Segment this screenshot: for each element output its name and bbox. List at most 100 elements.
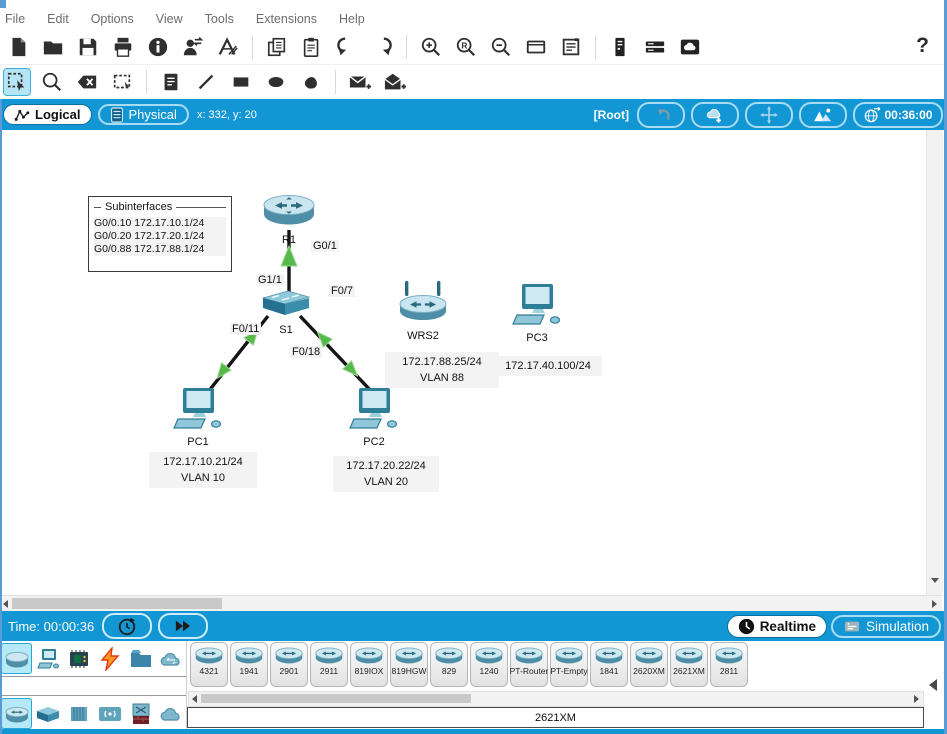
realtime-toggle[interactable]: Realtime <box>727 615 827 638</box>
subcategory-security[interactable] <box>126 699 155 728</box>
save-icon[interactable] <box>75 34 101 60</box>
category-end-devices[interactable] <box>33 644 62 673</box>
netacad-icon[interactable] <box>215 34 241 60</box>
router-icon <box>554 646 584 664</box>
device-tile-label: PT-Router <box>510 666 549 676</box>
back-navigation-button[interactable] <box>637 102 685 128</box>
menu-item-edit[interactable]: Edit <box>47 12 69 26</box>
subcategory-wan-emulation[interactable] <box>156 699 185 728</box>
undo-icon[interactable] <box>334 34 360 60</box>
cloud-services-icon[interactable] <box>677 34 703 60</box>
menu-item-tools[interactable]: Tools <box>205 12 234 26</box>
add-complex-pdu-icon[interactable] <box>382 69 408 95</box>
custom-devices-icon[interactable] <box>558 34 584 60</box>
device-wrs2[interactable]: WRS2 <box>396 280 450 342</box>
device-tile-4321[interactable]: 4321 <box>190 642 228 687</box>
move-object-button[interactable] <box>745 102 793 128</box>
device-tile-819IOX[interactable]: 819IOX <box>350 642 388 687</box>
note-tool-icon[interactable] <box>158 69 184 95</box>
scroll-right-arrow[interactable] <box>932 600 937 608</box>
redo-icon[interactable] <box>369 34 395 60</box>
note-box-subinterfaces[interactable]: Subinterfaces G0/0.10 172.17.10.1/24 G0/… <box>88 196 232 272</box>
zoom-out-icon[interactable] <box>488 34 514 60</box>
device-tile-2811[interactable]: 2811 <box>710 642 748 687</box>
delete-tool-icon[interactable] <box>74 69 100 95</box>
drawing-palette-icon[interactable] <box>523 34 549 60</box>
help-icon[interactable]: ? <box>916 34 929 58</box>
add-simple-pdu-icon[interactable] <box>347 69 373 95</box>
select-tool-icon[interactable] <box>4 69 30 95</box>
device-tile-2901[interactable]: 2901 <box>270 642 308 687</box>
device-pc1[interactable]: PC1 <box>171 386 225 448</box>
device-tile-label: 2911 <box>320 666 338 676</box>
viewport-clock-button[interactable]: 00:36:00 <box>853 102 943 128</box>
device-tile-1240[interactable]: 1240 <box>470 642 508 687</box>
resize-tool-icon[interactable] <box>109 69 135 95</box>
activity-wizard-icon[interactable] <box>180 34 206 60</box>
category-network-devices[interactable] <box>2 644 31 673</box>
devices-rack-icon[interactable] <box>642 34 668 60</box>
menu-item-extensions[interactable]: Extensions <box>256 12 317 26</box>
new-file-icon[interactable] <box>5 34 31 60</box>
router-icon <box>234 646 264 664</box>
subcategory-wireless-devices[interactable] <box>95 699 124 728</box>
scroll-thumb[interactable] <box>201 694 471 703</box>
tab-physical[interactable]: Physical <box>98 104 189 125</box>
scroll-left-arrow[interactable] <box>3 600 8 608</box>
menu-item-view[interactable]: View <box>156 12 183 26</box>
subcategory-switches[interactable] <box>33 699 62 728</box>
collapse-palette-arrow[interactable] <box>929 679 937 691</box>
ellipse-tool-icon[interactable] <box>263 69 289 95</box>
tab-logical[interactable]: Logical <box>3 104 92 125</box>
copy-icon[interactable] <box>264 34 290 60</box>
subcategory-routers[interactable] <box>2 699 31 728</box>
device-tile-2620XM[interactable]: 2620XM <box>630 642 668 687</box>
category-miscellaneous[interactable] <box>126 644 155 673</box>
device-tile-PT-Router[interactable]: PT-Router <box>510 642 548 687</box>
rectangle-tool-icon[interactable] <box>228 69 254 95</box>
fast-forward-button[interactable] <box>158 613 208 639</box>
device-tile-1841[interactable]: 1841 <box>590 642 628 687</box>
device-tile-2911[interactable]: 2911 <box>310 642 348 687</box>
simulation-toggle[interactable]: Simulation <box>831 615 941 638</box>
canvas-vertical-scrollbar[interactable] <box>926 130 943 595</box>
device-tile-819HGW[interactable]: 819HGW <box>390 642 428 687</box>
scroll-down-arrow[interactable] <box>931 578 939 583</box>
canvas-horizontal-scrollbar[interactable] <box>0 595 942 612</box>
info-icon[interactable] <box>145 34 171 60</box>
device-tile-PT-Empty[interactable]: PT-Empty <box>550 642 588 687</box>
zoom-in-icon[interactable] <box>418 34 444 60</box>
workspace-mode-bar: Logical Physical x: 332, y: 20 [Root] 00… <box>0 99 947 130</box>
cli-tower-icon[interactable] <box>607 34 633 60</box>
open-file-icon[interactable] <box>40 34 66 60</box>
subcategory-hubs[interactable] <box>64 699 93 728</box>
new-cluster-button[interactable] <box>691 102 739 128</box>
freeform-tool-icon[interactable] <box>298 69 324 95</box>
logical-workspace-canvas[interactable]: Subinterfaces G0/0.10 172.17.10.1/24 G0/… <box>0 130 944 595</box>
category-connections[interactable] <box>95 644 124 673</box>
palette-scrollbar[interactable] <box>188 691 924 707</box>
line-tool-icon[interactable] <box>193 69 219 95</box>
device-tile-1941[interactable]: 1941 <box>230 642 268 687</box>
menu-item-file[interactable]: File <box>5 12 25 26</box>
paste-icon[interactable] <box>299 34 325 60</box>
print-icon[interactable] <box>110 34 136 60</box>
scroll-thumb[interactable] <box>12 598 222 609</box>
category-multiuser[interactable] <box>156 644 185 673</box>
device-pc2[interactable]: PC2 <box>347 386 401 448</box>
scroll-right-arrow[interactable] <box>914 695 919 703</box>
device-pc3[interactable]: PC3 <box>510 282 564 344</box>
scroll-left-arrow[interactable] <box>192 695 197 703</box>
palette-filter-input[interactable] <box>1 676 187 696</box>
device-tile-2621XM[interactable]: 2621XM <box>670 642 708 687</box>
inspect-tool-icon[interactable] <box>39 69 65 95</box>
zoom-reset-icon[interactable]: R <box>453 34 479 60</box>
device-s1[interactable]: S1 <box>260 288 312 336</box>
set-background-button[interactable] <box>799 102 847 128</box>
device-r1[interactable]: R1 <box>261 192 317 246</box>
power-cycle-button[interactable] <box>102 613 152 639</box>
menu-item-options[interactable]: Options <box>91 12 134 26</box>
menu-item-help[interactable]: Help <box>339 12 365 26</box>
device-tile-829[interactable]: 829 <box>430 642 468 687</box>
category-components[interactable] <box>64 644 93 673</box>
